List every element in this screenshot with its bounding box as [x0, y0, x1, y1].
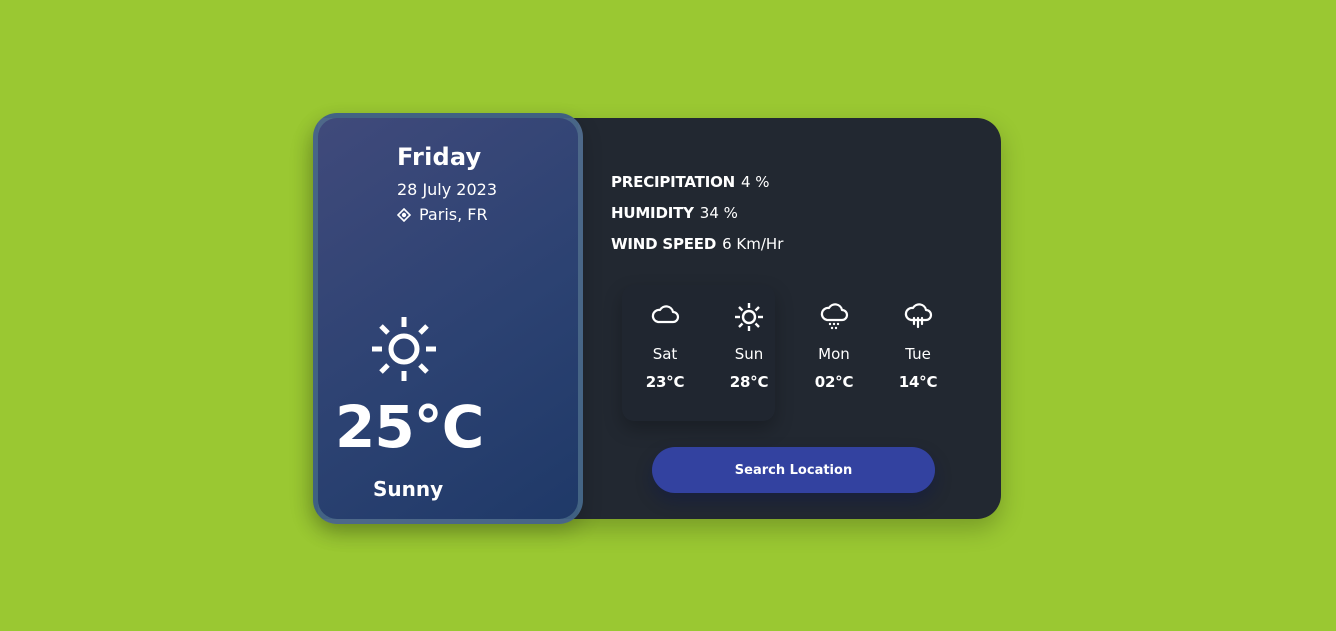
cloud-icon	[627, 302, 703, 336]
current-condition: Sunny	[373, 477, 444, 501]
forecast-list: Sat 23°C Sun 28°C Mon 02°C Tue 14°C	[622, 302, 962, 402]
current-location: Paris, FR	[397, 205, 488, 224]
forecast-item-tue[interactable]: Tue 14°C	[880, 302, 956, 402]
current-weather-panel: Friday 28 July 2023 Paris, FR 25°C Sunny	[313, 113, 583, 524]
current-date: 28 July 2023	[397, 180, 498, 199]
forecast-day: Sat	[652, 345, 678, 363]
stat-humidity: HUMIDITY 34 %	[611, 202, 871, 233]
forecast-item-sat[interactable]: Sat 23°C	[627, 302, 703, 402]
stat-value: 4 %	[741, 173, 770, 191]
search-location-button[interactable]: Search Location	[652, 447, 935, 493]
stat-value: 6 Km/Hr	[722, 235, 784, 253]
weather-stats: PRECIPITATION 4 % HUMIDITY 34 % WIND SPE…	[611, 171, 871, 264]
forecast-temperature: 02°C	[814, 373, 854, 391]
rain-cloud-icon	[880, 302, 956, 336]
sun-icon	[711, 302, 787, 336]
forecast-temperature: 23°C	[645, 373, 685, 391]
forecast-day: Mon	[818, 345, 850, 363]
forecast-day: Sun	[734, 345, 764, 363]
stat-label: PRECIPITATION	[611, 173, 735, 191]
location-label: Paris, FR	[419, 205, 488, 224]
stat-label: WIND SPEED	[611, 235, 717, 253]
location-icon	[397, 207, 411, 222]
forecast-item-mon[interactable]: Mon 02°C	[796, 302, 872, 402]
stat-precipitation: PRECIPITATION 4 %	[611, 171, 871, 202]
forecast-item-sun[interactable]: Sun 28°C	[711, 302, 787, 402]
stat-wind-speed: WIND SPEED 6 Km/Hr	[611, 233, 871, 264]
forecast-temperature: 28°C	[729, 373, 769, 391]
forecast-temperature: 14°C	[898, 373, 938, 391]
current-temperature: 25°C	[335, 393, 484, 461]
current-day: Friday	[397, 143, 482, 171]
forecast-day: Tue	[905, 345, 931, 363]
snow-cloud-icon	[796, 302, 872, 336]
stat-label: HUMIDITY	[611, 204, 694, 222]
stat-value: 34 %	[699, 204, 738, 222]
sun-icon	[370, 315, 438, 383]
